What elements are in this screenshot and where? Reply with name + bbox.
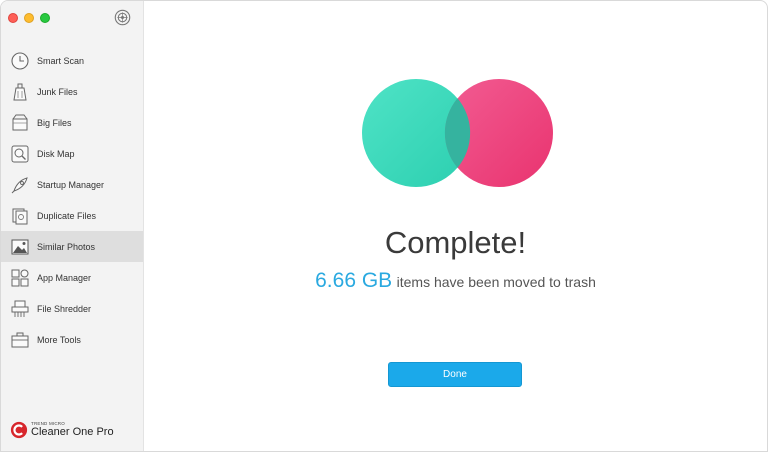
sidebar-item-big-files[interactable]: Big Files: [1, 107, 143, 138]
sidebar-item-label: File Shredder: [37, 303, 92, 314]
result-text: items have been moved to trash: [396, 274, 596, 290]
sidebar-item-label: Smart Scan: [37, 55, 85, 66]
photo-icon: [11, 239, 29, 254]
sidebar-item-label: Duplicate Files: [37, 210, 97, 221]
main-content: Complete! 6.66 GB items have been moved …: [144, 1, 767, 451]
done-button[interactable]: Done: [388, 362, 522, 387]
sidebar-item-startup-manager[interactable]: Startup Manager: [1, 169, 143, 200]
toolbox-icon: [11, 332, 29, 347]
freed-amount: 6.66 GB: [315, 269, 393, 292]
sidebar-item-label: Disk Map: [37, 148, 75, 159]
sidebar-item-more-tools[interactable]: More Tools: [1, 324, 143, 355]
sidebar-item-label: Startup Manager: [37, 179, 105, 190]
sidebar-item-smart-scan[interactable]: Smart Scan: [1, 45, 143, 76]
result-message: 6.66 GB items have been moved to trash: [144, 269, 767, 293]
apps-icon: [11, 269, 29, 286]
shredder-icon: [11, 300, 29, 317]
sidebar-item-file-shredder[interactable]: File Shredder: [1, 293, 143, 324]
brand-product: Cleaner One Pro: [31, 426, 114, 439]
minimize-window-button[interactable]: [24, 13, 34, 23]
window-controls: [8, 13, 50, 23]
page-title: Complete!: [384, 225, 527, 260]
sidebar-item-junk-files[interactable]: Junk Files: [1, 76, 143, 107]
sidebar-item-app-manager[interactable]: App Manager: [1, 262, 143, 293]
trash-icon: [13, 83, 27, 100]
sidebar: Smart Scan Junk Files Big Files Disk Map…: [1, 1, 144, 451]
duplicate-icon: [12, 208, 28, 224]
sidebar-nav: Smart Scan Junk Files Big Files Disk Map…: [1, 45, 143, 355]
close-window-button[interactable]: [8, 13, 18, 23]
brand-logo: TREND MICRO Cleaner One Pro: [10, 421, 114, 439]
sidebar-item-label: Similar Photos: [37, 241, 96, 252]
sidebar-item-duplicate-files[interactable]: Duplicate Files: [1, 200, 143, 231]
sidebar-item-label: App Manager: [37, 272, 92, 283]
globe-icon[interactable]: [114, 9, 131, 26]
completion-illustration: [362, 79, 553, 187]
trend-micro-logo-icon: [10, 421, 28, 439]
sidebar-item-disk-map[interactable]: Disk Map: [1, 138, 143, 169]
magnifier-icon: [11, 145, 29, 162]
sidebar-item-label: Junk Files: [37, 86, 78, 97]
box-icon: [12, 114, 28, 130]
sidebar-item-label: Big Files: [37, 117, 72, 128]
app-window: Smart Scan Junk Files Big Files Disk Map…: [0, 0, 768, 452]
sidebar-item-similar-photos[interactable]: Similar Photos: [1, 231, 143, 262]
rocket-icon: [11, 176, 28, 193]
clock-icon: [11, 51, 29, 70]
sidebar-item-label: More Tools: [37, 334, 81, 345]
zoom-window-button[interactable]: [40, 13, 50, 23]
